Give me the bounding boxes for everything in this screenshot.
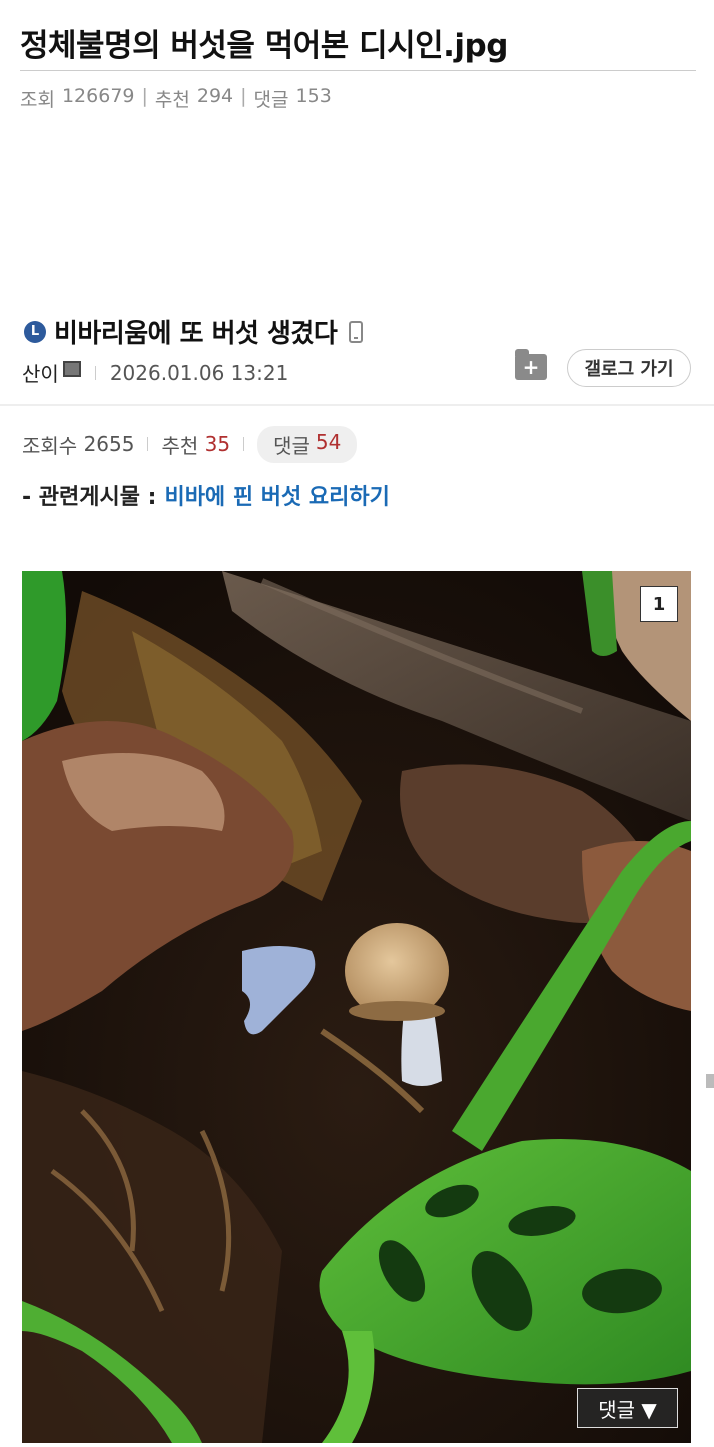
comments-count: 54 bbox=[315, 429, 342, 454]
stats-separator bbox=[147, 437, 149, 451]
mushroom-photo-illustration bbox=[22, 571, 691, 1443]
title-divider bbox=[20, 70, 696, 71]
meta-separator: | bbox=[141, 85, 148, 107]
author-name[interactable]: 산이 bbox=[22, 358, 59, 387]
post-header: L 비바리움에 또 버섯 생겼다 bbox=[24, 313, 364, 350]
post-title: 비바리움에 또 버섯 생겼다 bbox=[54, 319, 338, 349]
meta-separator: | bbox=[240, 85, 247, 107]
recommend-label: 추천 bbox=[161, 433, 199, 458]
gallery-badge-icon: L bbox=[24, 320, 46, 343]
scrollbar-thumb[interactable] bbox=[706, 1074, 714, 1088]
article-title: 정체불명의 버섯을 먹어본 디시인.jpg bbox=[20, 28, 508, 64]
views-count: 2655 bbox=[83, 432, 135, 456]
related-label: - 관련게시물 : bbox=[22, 485, 157, 510]
recommend-label: 추천 bbox=[154, 89, 190, 111]
views-label: 조회 bbox=[20, 89, 55, 111]
article-meta: 조회 126679 | 추천 294 | 댓글 153 bbox=[20, 85, 332, 112]
plus-icon: + bbox=[522, 355, 540, 379]
comments-label: 댓글 bbox=[253, 89, 289, 111]
user-level-icon bbox=[62, 360, 81, 377]
mobile-icon bbox=[349, 320, 364, 343]
gallog-button[interactable]: 갤로그 가기 bbox=[567, 349, 691, 387]
related-posts: - 관련게시물 : 비바에 핀 버섯 요리하기 bbox=[22, 479, 390, 511]
post-photo[interactable] bbox=[22, 571, 691, 1443]
header-divider bbox=[0, 404, 714, 406]
image-index-badge: 1 bbox=[640, 586, 678, 622]
views-label: 조회수 bbox=[22, 433, 78, 458]
stats-separator bbox=[243, 437, 245, 451]
comment-jump-button[interactable]: 댓글 ▼ bbox=[577, 1388, 678, 1428]
views-count: 126679 bbox=[61, 85, 135, 107]
post-stats: 조회수 2655 추천 35 댓글 54 bbox=[22, 425, 358, 463]
author-separator bbox=[94, 365, 96, 380]
related-post-link[interactable]: 비바에 핀 버섯 요리하기 bbox=[164, 479, 389, 511]
recommend-count: 35 bbox=[204, 432, 231, 456]
post-date: 2026.01.06 13:21 bbox=[109, 360, 289, 385]
recommend-count: 294 bbox=[196, 85, 234, 107]
comments-pill[interactable]: 댓글 54 bbox=[257, 425, 358, 463]
author-row: 산이 2026.01.06 13:21 bbox=[22, 358, 288, 387]
comments-label: 댓글 bbox=[273, 433, 310, 458]
folder-add-button[interactable]: + bbox=[515, 349, 547, 380]
comments-count: 153 bbox=[295, 85, 332, 107]
